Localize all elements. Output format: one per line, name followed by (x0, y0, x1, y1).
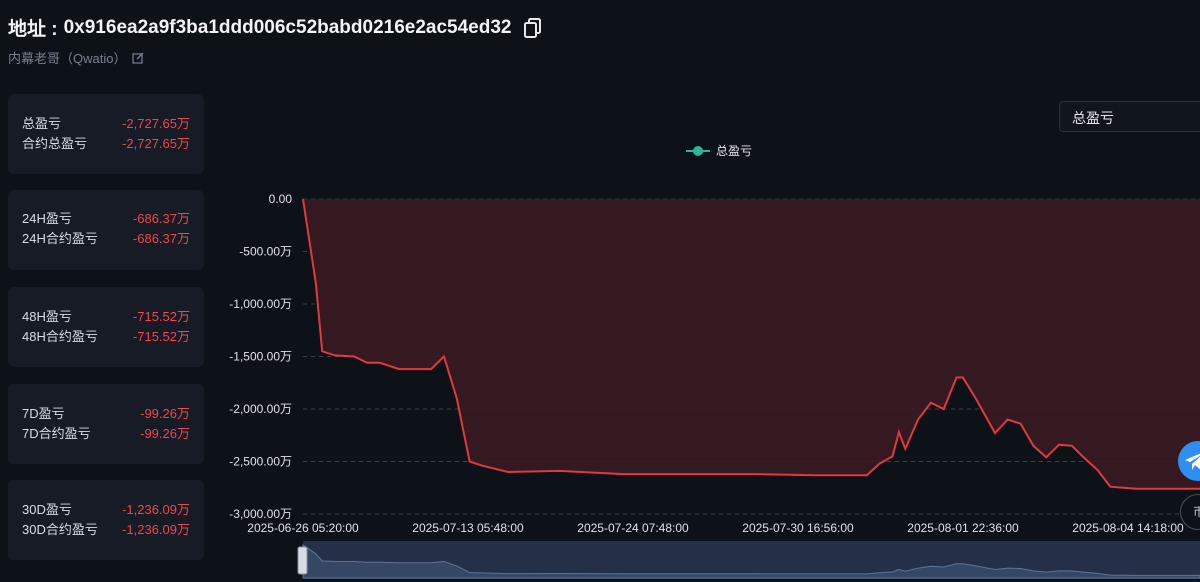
x-tick-label: 2025-08-01 22:36:00 (907, 521, 1019, 535)
coin-side-button-label: 币 (1193, 505, 1200, 519)
y-tick-label: -500.00万 (239, 245, 292, 259)
telegram-icon (1185, 453, 1200, 470)
zoom-slider-handle[interactable] (297, 546, 308, 575)
y-tick-label: -1,500.00万 (229, 350, 292, 364)
x-tick-label: 2025-07-24 07:48:00 (577, 521, 689, 535)
x-tick-label: 2025-08-04 14:18:00 (1072, 521, 1184, 535)
x-tick-label: 2025-06-26 05:20:00 (247, 521, 359, 535)
pnl-chart[interactable]: 0.00 -500.00万 -1,000.00万 -1,500.00万 -2,000.0… (0, 0, 1200, 582)
y-tick-label: -2,000.00万 (229, 402, 292, 416)
y-tick-label: -2,500.00万 (229, 455, 292, 469)
y-tick-label: 0.00 (269, 192, 293, 206)
x-tick-label: 2025-07-30 16:56:00 (742, 521, 854, 535)
x-tick-label: 2025-07-13 05:48:00 (412, 521, 524, 535)
y-tick-label: -3,000.00万 (229, 507, 292, 521)
y-tick-label: -1,000.00万 (229, 297, 292, 311)
